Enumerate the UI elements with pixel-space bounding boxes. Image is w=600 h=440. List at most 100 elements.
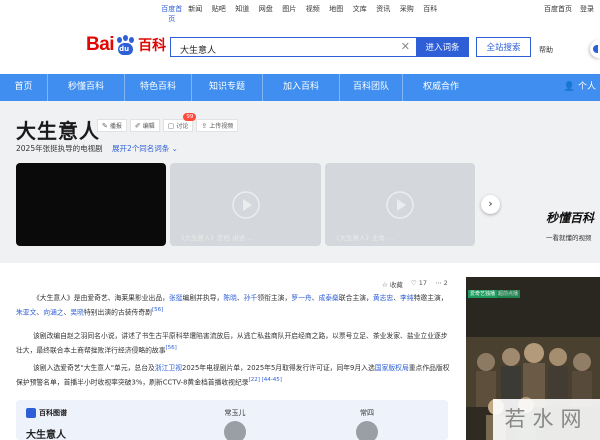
promo-subtitle: 一看就懂的视频 <box>546 234 592 242</box>
help-link[interactable]: 帮助 <box>539 45 553 55</box>
user-icon: 👤 <box>563 82 576 92</box>
search-box: ✕ <box>170 37 416 58</box>
chevron-down-icon: ⌄ <box>171 144 178 153</box>
site-search-button[interactable]: 全站搜索 <box>476 37 531 57</box>
broadcast-button[interactable]: ✎ 播报 <box>97 119 127 132</box>
text: 领衔主演， <box>257 294 292 302</box>
nav-item-cooperation[interactable]: 权威合作 <box>403 74 479 101</box>
speaker-icon: ✎ <box>102 121 108 130</box>
play-icon <box>231 190 260 219</box>
nav-item-miaodong[interactable]: 秒懂百科 <box>48 74 124 101</box>
text: 、 <box>236 294 244 302</box>
personal-center-link[interactable]: 👤 个人 <box>564 74 596 101</box>
top-nav: 百度首页 新闻 贴吧 知道 网盘 图片 视频 地图 文库 资讯 采购 百科 百度… <box>0 0 600 23</box>
reference-link[interactable]: [22] [44-45] <box>249 377 282 383</box>
upload-video-button[interactable]: ⇪ 上传视频 <box>196 119 239 132</box>
graph-entry-name: 大生意人 <box>26 430 66 440</box>
link-wuxiao[interactable]: 吴晓 <box>70 308 84 316</box>
entry-hero: 大生意人 ✎ 播报 ✐ 编辑 ▢ 讨论 99 ⇪ 上传视频 2025年张挺执导的… <box>0 101 600 263</box>
nav-item-join[interactable]: 加入百科 <box>263 74 339 101</box>
miaodong-promo[interactable]: 秒懂百科 一看就懂的视频 <box>546 209 600 242</box>
enter-entry-button[interactable]: 进入词条 <box>416 37 469 57</box>
entry-actions: ✎ 播报 ✐ 编辑 ▢ 讨论 99 ⇪ 上传视频 <box>97 113 239 132</box>
watermark: 若水网 <box>493 399 600 440</box>
graph-header-label: 百科图谱 <box>39 409 67 417</box>
reference-link[interactable]: [56] <box>166 345 177 351</box>
entry-title: 大生意人 <box>16 119 100 143</box>
link-zhangting[interactable]: 张挺 <box>169 294 183 302</box>
text: 特别出演的古装传奇剧 <box>83 307 152 316</box>
link-chengtaishen[interactable]: 成泰燊 <box>318 294 338 302</box>
link-xianghanzhi[interactable]: 向涵之 <box>43 308 63 316</box>
link-sunqian[interactable]: 孙千 <box>244 294 258 302</box>
text: 、 <box>393 294 401 302</box>
expand-homonyms-label: 展开2个同名词条 <box>112 144 170 153</box>
discuss-button[interactable]: ▢ 讨论 99 <box>162 113 197 132</box>
text: 《大生意人》是由爱奇艺、海莱果影业出品， <box>33 294 169 302</box>
favorite-button[interactable]: ☆ 收藏 <box>382 279 403 289</box>
link-zhejiang-tv[interactable]: 浙江卫视 <box>155 364 182 372</box>
logo-text-bai: Bai <box>86 34 115 55</box>
chat-icon: ▢ <box>167 121 175 130</box>
edit-button[interactable]: ✐ 编辑 <box>129 119 160 132</box>
nav-item-team[interactable]: 百科团队 <box>340 74 402 101</box>
baike-knowledge-graph[interactable]: 百科图谱 大生意人 常玉儿 常四 <box>16 400 448 440</box>
search-input[interactable] <box>171 41 391 58</box>
logo-text-baike: 百科 <box>138 38 167 54</box>
paw-icon: du <box>115 34 136 56</box>
video-card-caption: 《大生意人》主角 … <box>333 234 394 242</box>
reference-link[interactable]: [56] <box>152 307 163 313</box>
play-icon <box>386 190 414 219</box>
nav-item-home[interactable]: 首页 <box>0 74 47 101</box>
graph-header: 百科图谱 <box>26 408 67 418</box>
summary-paragraph-2: 该剧改编自赵之羽同名小说，讲述了书生古平原科举遭陷害流放后，从逃亡私盐商队开启经… <box>16 331 450 356</box>
nav-item-zhuanti[interactable]: 知识专题 <box>192 74 262 101</box>
text: 该剧改编自赵之羽同名小说，讲述了书生古平原科举遭陷害流放后，从逃亡私盐商队开启经… <box>16 332 448 354</box>
graph-person[interactable]: 常四 <box>347 408 387 440</box>
promo-title: 秒懂百科 <box>546 211 595 225</box>
header: Bai du 百科 ✕ 进入词条 全站搜索 帮助 <box>0 18 600 74</box>
link-lichun[interactable]: 李纯 <box>400 294 414 302</box>
chevron-right-icon[interactable]: › <box>481 195 500 214</box>
poster-tag: 爱奇艺独播 <box>468 290 498 298</box>
personal-label: 个人 <box>577 82 596 92</box>
nav-item-tese[interactable]: 特色百科 <box>125 74 191 101</box>
avatar <box>356 421 378 440</box>
baidu-home-link[interactable]: 百度首页 <box>544 4 572 14</box>
graph-person-name: 常四 <box>360 409 374 417</box>
logo-text-du: du <box>119 44 130 53</box>
text: 编剧并执导， <box>182 294 224 302</box>
video-player[interactable] <box>16 163 166 246</box>
upload-video-label: 上传视频 <box>209 123 234 130</box>
video-card-2[interactable]: 《大生意人》主角 … <box>325 163 475 246</box>
summary-paragraph-1: 《大生意人》是由爱奇艺、海莱果影业出品，张挺编剧并执导，陈晓、孙千领衔主演，罗一… <box>16 293 450 318</box>
clear-icon[interactable]: ✕ <box>401 40 410 53</box>
link-huangzhizhong[interactable]: 黄志忠 <box>373 294 393 302</box>
graph-logo-icon <box>26 408 36 418</box>
top-nav-right: 百度首页 登录 <box>544 4 594 14</box>
login-link[interactable]: 登录 <box>580 4 594 14</box>
broadcast-label: 播报 <box>109 123 122 130</box>
video-card-caption: 《大生意人》定档 讲述 … <box>178 234 254 242</box>
summary-paragraph-3: 该剧入选爱奇艺"大生意人"单元，总台及浙江卫视2025年电视剧片单，2025年5… <box>16 363 450 388</box>
text: 2025年电视剧片单，2025年5月取得发行许可证，同年9月入选 <box>182 364 375 372</box>
side-tab-icon[interactable] <box>590 40 600 58</box>
expand-homonyms-link[interactable]: 展开2个同名词条 ⌄ <box>112 143 178 154</box>
discuss-count-badge: 99 <box>183 113 197 121</box>
video-card-1[interactable]: 《大生意人》定档 讲述 … <box>170 163 321 246</box>
text: 该剧入选爱奇艺"大生意人"单元，总台及 <box>33 364 155 372</box>
share-button[interactable]: ⋯ 2 <box>435 279 448 289</box>
avatar <box>224 421 246 440</box>
baike-logo[interactable]: Bai du 百科 <box>86 32 166 58</box>
link-zhuyawen[interactable]: 朱亚文 <box>16 308 36 316</box>
discuss-label: 讨论 <box>176 123 189 130</box>
link-luoyizhou[interactable]: 罗一舟 <box>291 294 311 302</box>
upload-icon: ⇪ <box>201 121 208 130</box>
graph-person[interactable]: 常玉儿 <box>215 408 255 440</box>
text: 特邀主演， <box>413 294 448 302</box>
link-chenxiao[interactable]: 陈晓 <box>223 294 237 302</box>
link-copyright-bureau[interactable]: 国家版权局 <box>375 364 409 372</box>
entry-subtitle: 2025年张挺执导的电视剧 <box>16 144 103 153</box>
like-button[interactable]: ♡ 17 <box>411 279 427 289</box>
content-toolbar: ☆ 收藏 ♡ 17 ⋯ 2 <box>382 279 448 289</box>
